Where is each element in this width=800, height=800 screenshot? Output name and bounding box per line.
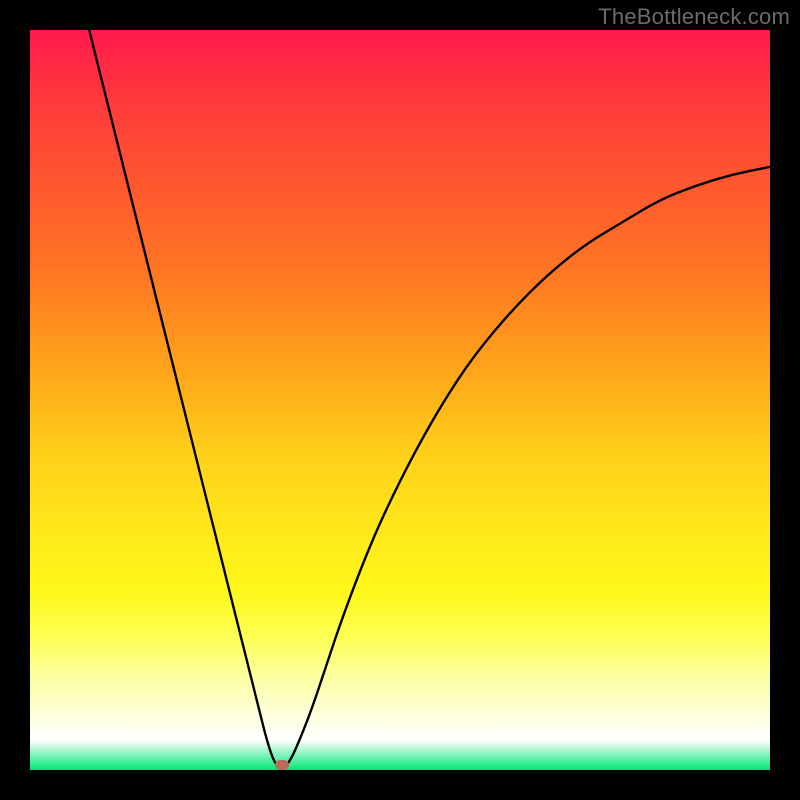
optimal-point-marker xyxy=(275,760,289,770)
chart-frame: TheBottleneck.com xyxy=(0,0,800,800)
watermark-label: TheBottleneck.com xyxy=(598,4,790,30)
bottleneck-curve xyxy=(30,30,770,770)
plot-area xyxy=(30,30,770,770)
